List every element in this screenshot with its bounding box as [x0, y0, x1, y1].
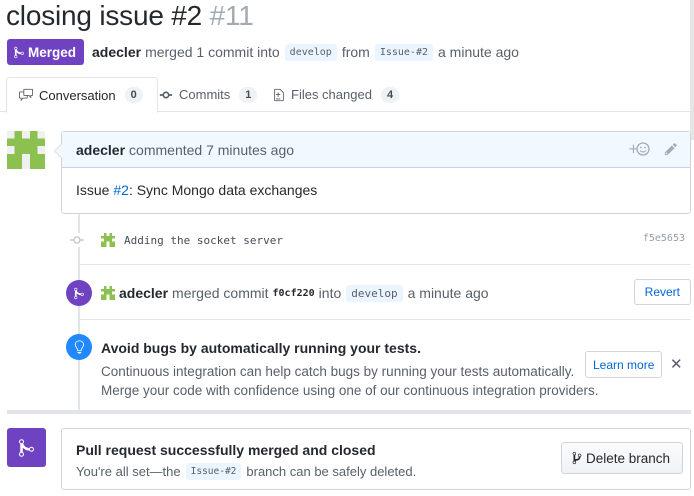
- merge-status-desc-suffix: branch can be safely deleted.: [246, 464, 417, 479]
- base-branch-ref[interactable]: develop: [284, 43, 337, 61]
- commit-sha-link[interactable]: f5e5653: [643, 233, 685, 244]
- merge-target-branch[interactable]: develop: [346, 284, 403, 302]
- pr-merge-action-text: merged 1 commit into: [145, 44, 280, 60]
- merge-status-box: Pull request successfully merged and clo…: [61, 428, 691, 490]
- pr-author-link[interactable]: adecler: [92, 44, 141, 60]
- commit-row: Adding the socket server f5e5653: [70, 229, 690, 251]
- close-icon[interactable]: ✕: [670, 357, 683, 372]
- pr-title-text: closing issue #2: [6, 0, 203, 31]
- comment-body-prefix: Issue: [76, 182, 114, 198]
- tab-conversation-count: 0: [124, 87, 143, 103]
- learn-more-button[interactable]: Learn more: [585, 351, 663, 378]
- comment-discussion-icon: [19, 88, 33, 102]
- git-commit-icon: [159, 91, 173, 98]
- tab-commits-label: Commits: [179, 87, 231, 102]
- comment-author-link[interactable]: adecler: [76, 142, 125, 158]
- pr-number: #11: [209, 0, 254, 31]
- commit-message-link[interactable]: Adding the socket server: [124, 234, 283, 247]
- tab-commits-count: 1: [239, 86, 258, 103]
- merge-status-title: Pull request successfully merged and clo…: [76, 442, 376, 458]
- scrollbar[interactable]: [690, 0, 694, 140]
- file-diff-icon: [274, 88, 284, 101]
- ci-hint-line-2: Merge your code with confidence using on…: [101, 383, 599, 398]
- merge-event-time[interactable]: a minute ago: [408, 285, 489, 301]
- merge-status-desc-prefix: You're all set—the: [76, 464, 181, 479]
- tab-commits[interactable]: Commits 1: [159, 77, 258, 112]
- delete-branch-button[interactable]: Delete branch: [561, 442, 684, 474]
- commit-author-avatar[interactable]: [101, 233, 115, 247]
- ci-hint-line-1: Continuous integration can help catch bu…: [101, 364, 575, 379]
- timeline-end-divider: [7, 410, 691, 414]
- git-branch-icon: [572, 451, 582, 465]
- merge-into-text: into: [318, 285, 342, 301]
- revert-button[interactable]: Revert: [633, 279, 691, 305]
- merged-status-label: Merged: [28, 44, 77, 60]
- merge-status-description: You're all set—the Issue-#2 branch can b…: [76, 463, 416, 480]
- merge-event-text: adecler merged commit f0cf220 into devel…: [101, 284, 489, 302]
- merge-status-icon: [7, 428, 46, 467]
- merge-author-link[interactable]: adecler: [119, 285, 168, 301]
- deletable-branch-ref[interactable]: Issue-#2: [185, 463, 242, 480]
- comment-arrow: [54, 143, 62, 159]
- comment-header: adecler commented 7 minutes ago +: [62, 132, 690, 168]
- git-commit-icon: [70, 233, 84, 247]
- tab-conversation-label: Conversation: [39, 87, 116, 103]
- git-merge-icon: [14, 46, 24, 58]
- merge-event: adecler merged commit f0cf220 into devel…: [66, 279, 691, 307]
- tab-files-changed-label: Files changed: [291, 87, 372, 102]
- git-merge-icon: [19, 438, 34, 457]
- timeline-divider: [80, 264, 690, 265]
- issue-link[interactable]: #2: [113, 182, 129, 198]
- pr-title: closing issue #2 #11: [6, 0, 254, 32]
- pr-meta: Merged adecler merged 1 commit into deve…: [7, 39, 519, 65]
- comment-body-suffix: : Sync Mongo data exchanges: [128, 182, 318, 198]
- comment-box: adecler commented 7 minutes ago + Issue …: [54, 131, 691, 214]
- pencil-icon[interactable]: [664, 142, 678, 156]
- merge-commit-sha-link[interactable]: f0cf220: [273, 288, 315, 299]
- ci-hint-description: Continuous integration can help catch bu…: [101, 362, 599, 400]
- delete-branch-label: Delete branch: [586, 450, 671, 466]
- comment-timestamp[interactable]: commented 7 minutes ago: [129, 142, 294, 158]
- pr-merge-time: a minute ago: [438, 44, 519, 60]
- comment-body: Issue #2: Sync Mongo data exchanges: [62, 168, 690, 212]
- tab-files-changed[interactable]: Files changed 4: [273, 77, 400, 112]
- git-merge-icon: [74, 287, 84, 299]
- merge-action-text: merged commit: [172, 285, 269, 301]
- head-branch-ref[interactable]: Issue-#2: [374, 43, 433, 61]
- ci-hint: Avoid bugs by automatically running your…: [66, 334, 691, 400]
- ci-hint-title: Avoid bugs by automatically running your…: [101, 340, 421, 356]
- light-bulb-icon: [66, 334, 92, 360]
- merge-event-icon: [66, 280, 92, 306]
- comment-actions: +: [628, 141, 678, 157]
- tab-conversation[interactable]: Conversation 0: [6, 77, 158, 113]
- pr-tabs: Conversation 0 Commits 1 Files changed 4: [0, 77, 694, 113]
- from-text: from: [341, 44, 370, 60]
- user-avatar[interactable]: [7, 131, 45, 169]
- tab-files-changed-count: 4: [380, 86, 400, 103]
- timeline-divider: [80, 319, 690, 320]
- add-reaction-icon[interactable]: +: [628, 141, 650, 157]
- merged-status-badge: Merged: [7, 39, 85, 65]
- merge-author-avatar[interactable]: [101, 286, 115, 300]
